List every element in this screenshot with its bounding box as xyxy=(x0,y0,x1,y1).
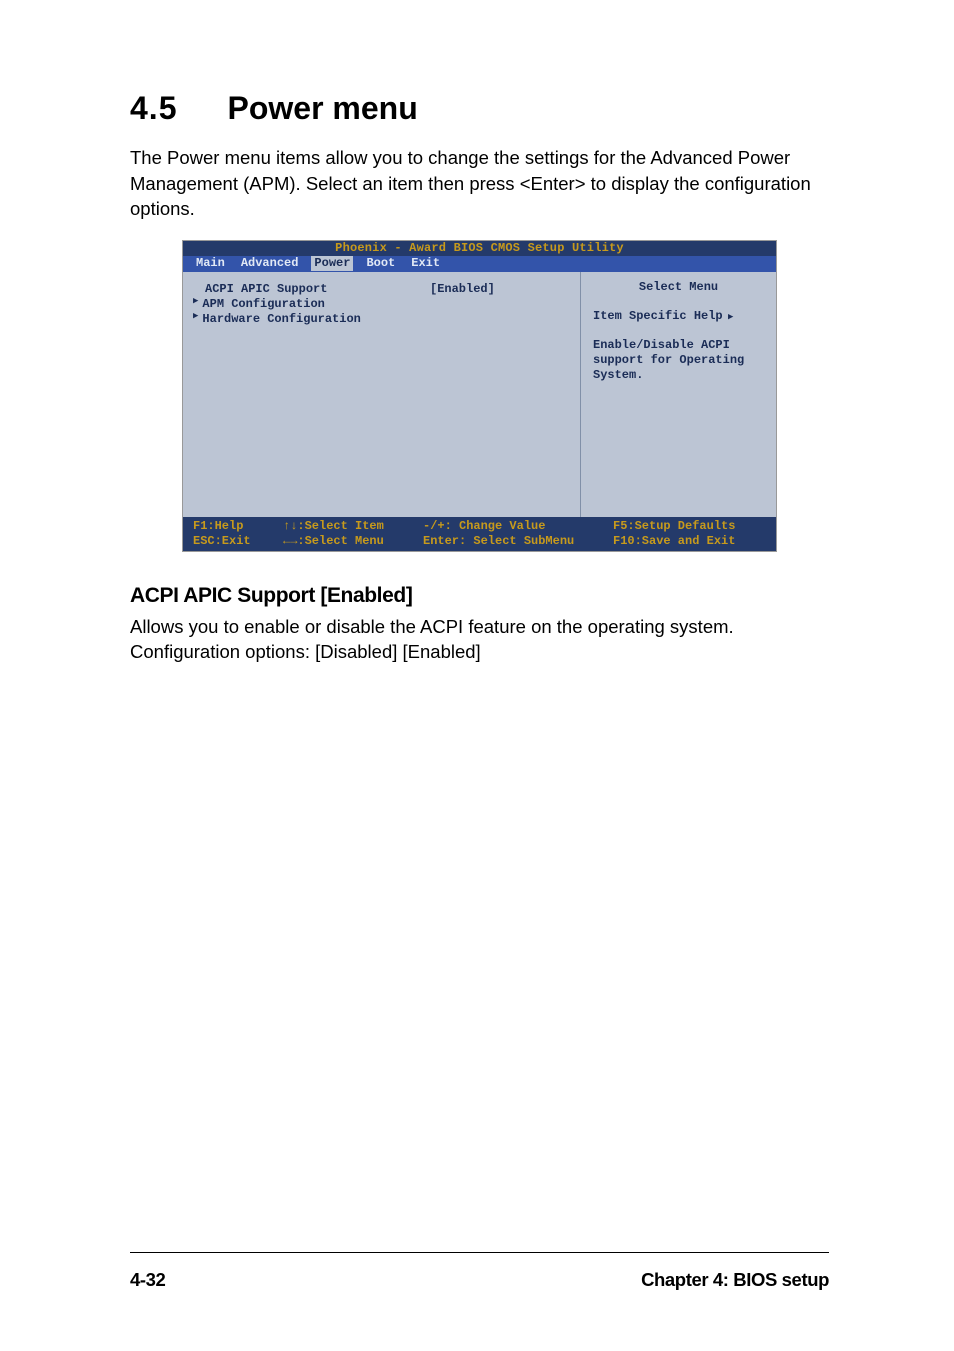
page-number: 4-32 xyxy=(130,1269,165,1291)
bios-item-specific-help: Item Specific Help xyxy=(593,309,764,324)
bios-right-pane: Select Menu Item Specific Help Enable/Di… xyxy=(581,272,776,517)
section-number: 4.5 xyxy=(130,90,177,127)
bios-item-value: [Enabled] xyxy=(430,282,570,297)
bios-footer-bar: F1:Help ESC:Exit ↑↓:Select Item ←→:Selec… xyxy=(183,517,776,551)
bios-item-label: Hardware Configuration xyxy=(202,312,427,327)
subsection-body: Allows you to enable or disable the ACPI… xyxy=(130,614,820,665)
bios-item-value xyxy=(427,297,567,312)
bios-item-apm[interactable]: APM Configuration xyxy=(205,297,574,312)
section-title-text: Power menu xyxy=(227,90,417,126)
bios-item-value xyxy=(427,312,567,327)
bios-help-text: Enable/Disable ACPI support for Operatin… xyxy=(593,338,764,383)
bios-main-area: ACPI APIC Support [Enabled] APM Configur… xyxy=(183,272,776,517)
bios-tab-boot[interactable]: Boot xyxy=(363,256,398,271)
bios-tab-power[interactable]: Power xyxy=(311,256,353,271)
bios-tab-main[interactable]: Main xyxy=(193,256,228,271)
chapter-label: Chapter 4: BIOS setup xyxy=(641,1269,829,1291)
subsection-heading: ACPI APIC Support [Enabled] xyxy=(130,584,829,608)
bios-footer-col1: F1:Help ESC:Exit xyxy=(193,519,283,549)
bios-left-pane: ACPI APIC Support [Enabled] APM Configur… xyxy=(183,272,581,517)
bios-item-label: ACPI APIC Support xyxy=(205,282,430,297)
bios-footer-col3: -/+: Change Value Enter: Select SubMenu xyxy=(423,519,613,549)
bios-title-bar: Phoenix - Award BIOS CMOS Setup Utility xyxy=(183,241,776,256)
section-heading: 4.5 Power menu xyxy=(130,90,829,127)
bios-menu-bar: Main Advanced Power Boot Exit xyxy=(183,256,776,272)
bios-item-label: APM Configuration xyxy=(202,297,427,312)
bios-tab-exit[interactable]: Exit xyxy=(408,256,443,271)
bios-select-menu-title: Select Menu xyxy=(593,280,764,295)
bios-screenshot: Phoenix - Award BIOS CMOS Setup Utility … xyxy=(182,240,777,552)
page-footer: 4-32 Chapter 4: BIOS setup xyxy=(130,1252,829,1291)
bios-tab-advanced[interactable]: Advanced xyxy=(238,256,302,271)
intro-paragraph: The Power menu items allow you to change… xyxy=(130,145,820,222)
bios-item-hardware[interactable]: Hardware Configuration xyxy=(205,312,574,327)
bios-item-acpi[interactable]: ACPI APIC Support [Enabled] xyxy=(205,282,574,297)
bios-footer-col2: ↑↓:Select Item ←→:Select Menu xyxy=(283,519,423,549)
bios-footer-col4: F5:Setup Defaults F10:Save and Exit xyxy=(613,519,766,549)
